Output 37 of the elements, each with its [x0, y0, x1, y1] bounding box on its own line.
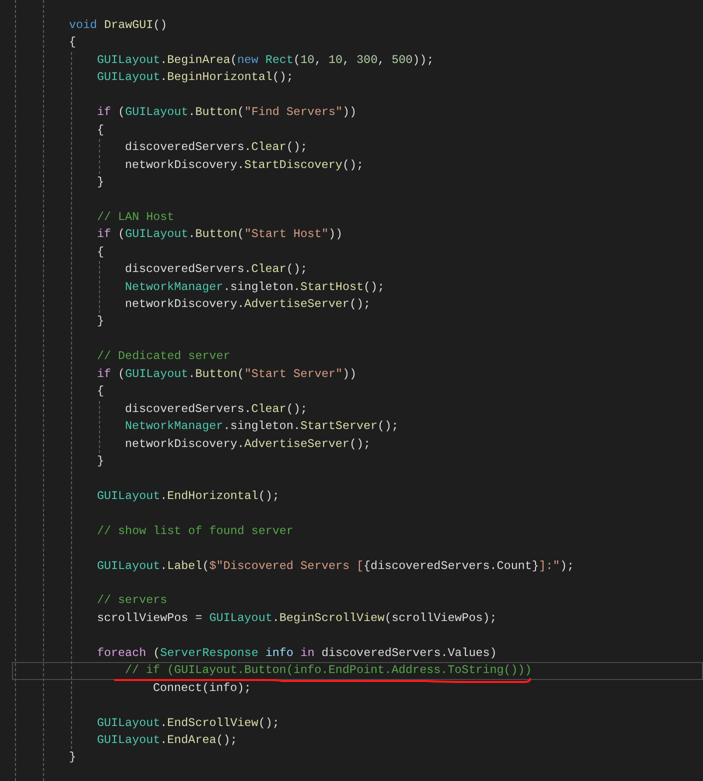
code-line: }: [97, 174, 104, 189]
indent-guide: [99, 139, 100, 174]
code-line: GUILayout.EndArea();: [97, 732, 238, 747]
code-line: scrollViewPos = GUILayout.BeginScrollView(scrollViewPos);: [97, 610, 497, 625]
code-line: networkDiscovery.StartDiscovery();: [125, 158, 364, 172]
code-line: discoveredServers.Clear();: [125, 262, 308, 276]
code-line: GUILayout.Label($"Discovered Servers [{discoveredServers.Count}]:");: [97, 558, 574, 573]
code-line: discoveredServers.Clear();: [125, 402, 308, 416]
code-line: discoveredServers.Clear();: [125, 140, 308, 154]
code-line: {: [97, 122, 104, 137]
code-line: GUILayout.BeginHorizontal();: [97, 70, 294, 84]
code-line: foreach (ServerResponse info in discoveredServers.Values): [97, 646, 497, 660]
code-line: if (GUILayout.Button("Find Servers")): [97, 105, 357, 120]
code-line: }: [97, 314, 104, 328]
indent-guide: [99, 400, 100, 453]
code-line: Connect(info);: [153, 680, 252, 695]
indent-guide: [99, 261, 100, 314]
code-line: {: [97, 384, 104, 398]
code-comment: // Dedicated server: [97, 349, 230, 364]
code-line: GUILayout.BeginArea(new Rect(10, 10, 300, 500));: [97, 52, 434, 67]
code-comment: // show list of found server: [97, 524, 294, 538]
code-line: NetworkManager.singleton.StartServer();: [125, 419, 399, 434]
code-line: }: [97, 454, 104, 468]
code-line: NetworkManager.singleton.StartHost();: [125, 280, 385, 294]
code-line: networkDiscovery.AdvertiseServer();: [125, 436, 370, 450]
code-comment: // LAN Host: [97, 210, 174, 224]
code-line: {: [69, 35, 76, 50]
code-line: GUILayout.EndScrollView();: [97, 716, 280, 730]
code-line: }: [69, 750, 76, 764]
code-line: void DrawGUI(): [69, 18, 168, 32]
code-line: if (GUILayout.Button("Start Server")): [97, 366, 357, 381]
code-line: networkDiscovery.AdvertiseServer();: [125, 297, 370, 311]
code-comment: // if (GUILayout.Button(info.EndPoint.Address.ToString())): [125, 663, 532, 678]
code-line: {: [97, 244, 104, 259]
code-line: if (GUILayout.Button("Start Host")): [97, 227, 343, 242]
code-comment: // servers: [97, 593, 168, 608]
code-line: GUILayout.EndHorizontal();: [97, 488, 280, 503]
